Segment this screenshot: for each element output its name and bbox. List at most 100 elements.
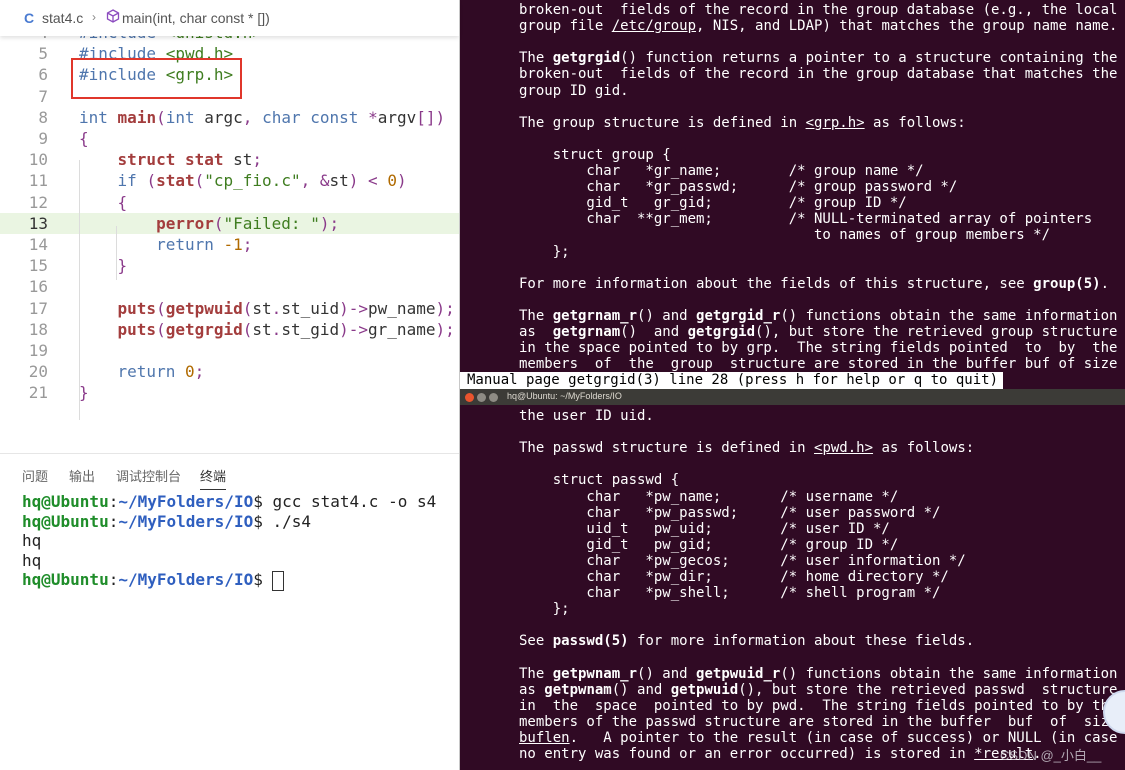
tab-output[interactable]: 输出 [69,466,95,485]
man-line: as getgrnam() and getgrgid(), but store … [519,324,1118,340]
terminal-line: hq@Ubuntu:~/MyFolders/IO$ ./s4 [22,511,311,531]
line-number: 16 [28,277,48,297]
line-number: 8 [38,107,48,127]
code-line-9[interactable]: 9{ [0,128,459,149]
line-text: struct stat st; [117,150,263,170]
line-text: perror("Failed: "); [156,213,340,233]
code-line-19[interactable]: 19 [0,340,459,361]
tab-terminal[interactable]: 终端 [200,466,227,490]
terminal-line: hq [22,531,42,550]
line-number: 17 [28,298,48,318]
line-number: 20 [28,362,48,382]
man-line: struct passwd { [519,472,680,489]
man-line: For more information about the fields of… [519,275,1110,292]
code-line-14[interactable]: 14 return -1; [0,234,459,255]
code-line-20[interactable]: 20 return 0; [0,361,459,382]
man-line: in the space pointed to by pwd. The stri… [519,697,1110,714]
man-line: The getgrgid() function returns a pointe… [519,50,1118,67]
indent-guide [116,226,117,280]
code-line-8[interactable]: 8 int main(int argc, char const *argv[]) [0,107,459,128]
man-line: gid_t gr_gid; /* group ID */ [519,195,907,212]
terminal-line: hq@Ubuntu:~/MyFolders/IO$ gcc stat4.c -o… [22,492,437,511]
line-number: 11 [28,171,48,191]
close-button[interactable] [465,393,474,402]
man-line: group ID gid. [519,82,629,99]
code-line-18[interactable]: 18 puts(getgrgid(st.st_gid)->gr_name); [0,319,459,340]
terminal-cursor [272,570,285,591]
line-text: return -1; [156,235,253,254]
code-line-10[interactable]: 10 struct stat st; [0,149,459,170]
line-text: puts(getgrgid(st.st_gid)->gr_name); [117,319,455,339]
breadcrumb-symbol[interactable]: main(int, char const * []) [122,10,270,26]
window-divider [459,0,460,770]
code-line-13[interactable]: 13 perror("Failed: "); [0,212,459,234]
line-text: int main(int argc, char const *argv[]) [79,107,446,127]
man-line: the user ID uid. [519,408,654,424]
man-line: char *gr_passwd; /* group password */ [519,179,958,196]
man-line: }; [519,601,570,618]
line-number: 12 [28,192,48,212]
man-line: The group structure is defined in <grp.h… [519,114,966,131]
line-number: 19 [28,341,48,360]
line-number: 15 [28,256,48,276]
man-line: struct group { [519,146,671,163]
man-line: broken-out fields of the record in the g… [519,66,1118,83]
man-line: char *gr_name; /* group name */ [519,163,924,179]
man-line: gid_t pw_gid; /* group ID */ [519,536,899,553]
man-line: uid_t pw_uid; /* user ID */ [519,520,890,537]
line-number: 10 [28,150,48,170]
code-line-17[interactable]: 17 puts(getpwuid(st.st_uid)->pw_name); [0,298,459,319]
man-line: in the space pointed to by grp. The stri… [519,340,1118,357]
line-text: return 0; [117,362,205,382]
man-line: members of the group structure are store… [519,356,1118,372]
man-line: }; [519,243,570,260]
chevron-right-icon: › [92,10,96,24]
terminal-titlebar[interactable]: hq@Ubuntu: ~/MyFolders/IO [459,389,1125,405]
code-line-15[interactable]: 15 } [0,255,459,276]
man-line: broken-out fields of the record in the g… [519,2,1118,18]
line-number: 6 [38,65,48,85]
highlight-box [71,58,242,99]
line-number: 13 [28,213,48,233]
man-line: members of the passwd structure are stor… [519,713,1110,730]
tab-debug-console[interactable]: 调试控制台 [116,466,181,485]
window-title: hq@Ubuntu: ~/MyFolders/IO [507,391,622,401]
integrated-terminal[interactable]: hq@Ubuntu:~/MyFolders/IO$ gcc stat4.c -o… [22,492,437,591]
line-number: 5 [38,44,48,64]
maximize-button[interactable] [489,393,498,402]
man-line: The getgrnam_r() and getgrgid_r() functi… [519,307,1118,324]
terminal-line: hq@Ubuntu:~/MyFolders/IO$ [22,570,436,591]
line-text: } [79,383,89,403]
code-line-16[interactable]: 16 [0,276,459,297]
line-text: puts(getpwuid(st.st_uid)->pw_name); [117,298,455,318]
line-text: { [117,192,128,212]
line-number: 14 [28,235,48,254]
man-page-getgrgid[interactable]: broken-out fields of the record in the g… [459,0,1125,372]
code-line-11[interactable]: 11 if (stat("cp_fio.c", &st) < 0) [0,170,459,191]
indent-guide [79,160,80,420]
man-line: char **gr_mem; /* NULL-terminated array … [519,211,1093,228]
breadcrumb-file[interactable]: stat4.c [42,10,83,26]
man-status-line: Manual page getgrgid(3) line 28 (press h… [459,372,1003,389]
minimize-button[interactable] [477,393,486,402]
man-line: as getpwnam() and getpwuid(), but store … [519,681,1118,698]
vscode-window: C stat4.c › main(int, char const * []) 3… [0,0,459,770]
line-text: if (stat("cp_fio.c", &st) < 0) [117,171,407,191]
man-line: group file /etc/group, NIS, and LDAP) th… [519,18,1118,35]
line-text: } [117,256,128,276]
tab-problems[interactable]: 问题 [22,466,48,485]
man-line: The getpwnam_r() and getpwuid_r() functi… [519,665,1118,682]
code-line-12[interactable]: 12 { [0,192,459,213]
man-line: The passwd structure is defined in <pwd.… [519,440,975,457]
man-status-filler [1003,372,1125,389]
code-line-21[interactable]: 21} [0,382,459,403]
terminal-line: hq [22,550,42,570]
man-line: no entry was found or an error occurred)… [519,746,1042,763]
man-line: char *pw_passwd; /* user password */ [519,504,941,521]
line-text: { [79,129,89,148]
man-line: char *pw_name; /* username */ [519,488,899,505]
symbol-method-icon [106,9,120,23]
man-line: See passwd(5) for more information about… [519,633,975,650]
line-number: 21 [28,383,48,403]
man-page-getpwuid[interactable]: the user ID uid. The passwd structure is … [459,405,1125,770]
